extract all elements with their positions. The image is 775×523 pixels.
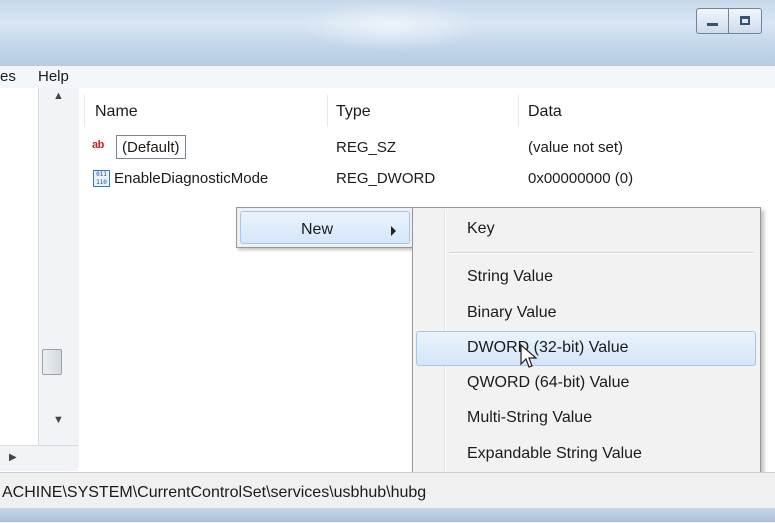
- binary-value-icon: 011 110: [93, 170, 110, 187]
- title-bar: [0, 0, 775, 66]
- context-menu-item-new[interactable]: New: [240, 211, 410, 244]
- string-value-icon: ab: [92, 139, 104, 151]
- value-name-default[interactable]: (Default): [116, 135, 186, 159]
- submenu-item-key[interactable]: Key: [467, 220, 495, 238]
- minimize-icon: [707, 23, 718, 26]
- scroll-down-arrow-icon[interactable]: ▼: [53, 414, 64, 426]
- minimize-button[interactable]: [696, 8, 728, 34]
- window-bottom-border: [0, 508, 775, 522]
- context-menu-item-new-label: New: [301, 221, 334, 238]
- submenu-item-multi-string-value[interactable]: Multi-String Value: [467, 409, 592, 427]
- menu-separator: [449, 252, 754, 254]
- submenu-arrow-icon: [391, 226, 396, 236]
- scroll-thumb[interactable]: [42, 349, 62, 375]
- tree-vertical-scrollbar[interactable]: ▲ ▼: [38, 88, 79, 468]
- title-glow: [300, 0, 480, 52]
- column-header-type[interactable]: Type: [336, 98, 371, 126]
- mouse-pointer-icon: [520, 344, 538, 368]
- menu-bar: es Help: [0, 66, 775, 89]
- column-separator: [84, 95, 85, 127]
- value-data: 0x00000000 (0): [528, 170, 634, 187]
- value-type: REG_SZ: [336, 139, 397, 156]
- registry-path: ACHINE\SYSTEM\CurrentControlSet\services…: [2, 484, 427, 501]
- column-separator[interactable]: [518, 95, 519, 127]
- column-separator[interactable]: [327, 95, 328, 127]
- value-data: (value not set): [528, 139, 624, 156]
- scroll-right-arrow-icon[interactable]: ▶: [9, 452, 17, 463]
- maximize-button[interactable]: [728, 8, 762, 34]
- menu-help[interactable]: Help: [38, 68, 69, 85]
- scroll-up-arrow-icon[interactable]: ▲: [53, 90, 64, 102]
- value-type: REG_DWORD: [336, 170, 436, 187]
- new-submenu: Key String Value Binary Value DWORD (32-…: [412, 207, 761, 475]
- submenu-item-string-value[interactable]: String Value: [467, 268, 553, 286]
- maximize-icon: [740, 16, 750, 25]
- column-header-name[interactable]: Name: [95, 98, 138, 126]
- tree-horizontal-scrollbar[interactable]: ▶: [0, 445, 78, 471]
- submenu-item-expandable-string-value[interactable]: Expandable String Value: [467, 445, 642, 463]
- column-header-data[interactable]: Data: [528, 98, 562, 126]
- context-menu: New: [236, 207, 414, 248]
- submenu-item-binary-value[interactable]: Binary Value: [467, 304, 557, 322]
- value-name[interactable]: EnableDiagnosticMode: [114, 170, 268, 187]
- menu-favorites[interactable]: es: [0, 68, 16, 85]
- submenu-item-dword-label[interactable]: DWORD (32-bit) Value: [467, 339, 629, 357]
- submenu-item-qword-value[interactable]: QWORD (64-bit) Value: [467, 374, 629, 392]
